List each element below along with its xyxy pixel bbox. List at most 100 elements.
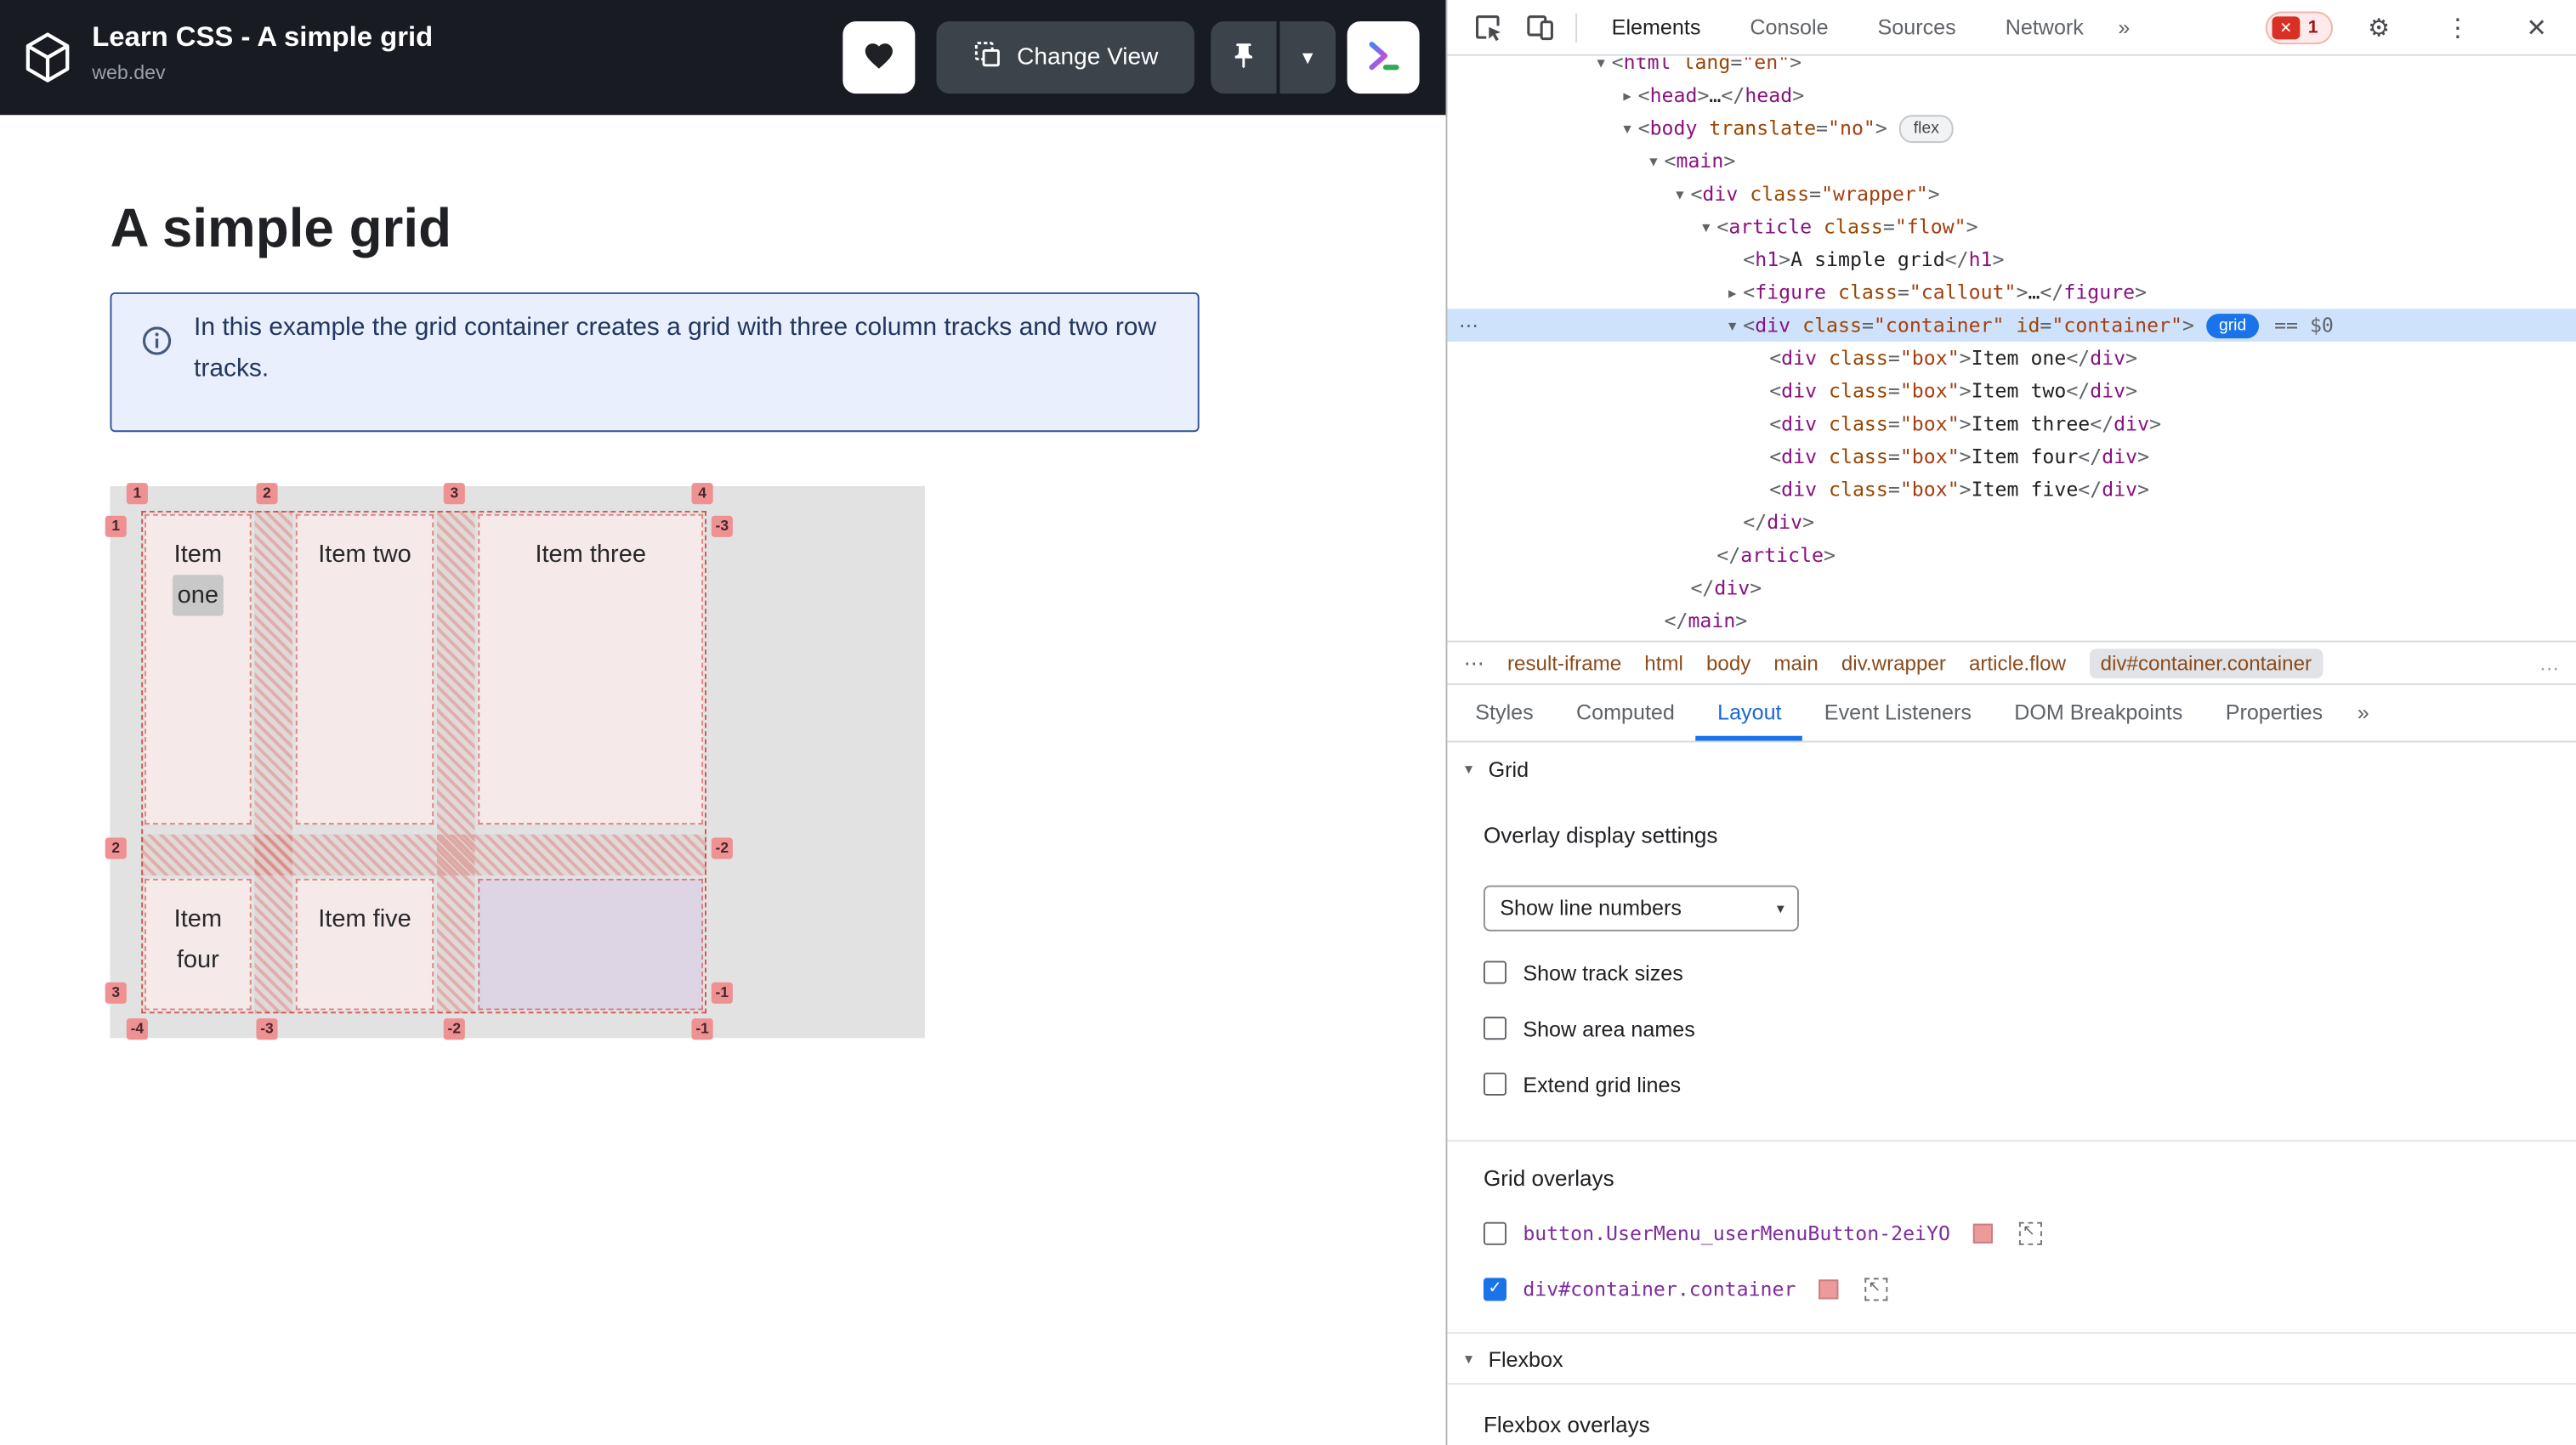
dom-tree-row[interactable]: <div class="box">Item two</div> — [1447, 375, 2576, 408]
tree-expander-icon[interactable]: ▼ — [1643, 146, 1664, 179]
grid-badge[interactable]: grid — [2205, 314, 2260, 339]
device-toolbar-icon[interactable] — [1519, 8, 1558, 47]
dom-tree-row[interactable]: ▼ <div class="wrapper"> — [1447, 178, 2576, 211]
dom-tree-row[interactable]: ▼ <body translate="no"> flex — [1447, 111, 2576, 144]
breadcrumb-item[interactable]: div#container.container — [2089, 648, 2324, 678]
webdev-logo-icon[interactable] — [20, 30, 76, 86]
sidebar-tab-dom-breakpoints[interactable]: DOM Breakpoints — [1993, 687, 2204, 741]
grid-line-number: -4 — [126, 1018, 148, 1040]
site-name: web.dev — [92, 60, 166, 84]
setting-show-track-sizes[interactable]: Show track sizes — [1483, 956, 2553, 989]
devtools-tab-network[interactable]: Network — [1981, 0, 2108, 54]
pin-icon — [1228, 40, 1258, 75]
sidebar-tab-computed[interactable]: Computed — [1555, 687, 1696, 741]
overlay-color-swatch[interactable] — [1819, 1279, 1839, 1300]
grid-overlay-row[interactable]: ✓ div#container.container ↖ — [1483, 1273, 2553, 1306]
dom-tree-row[interactable]: <div class="box">Item one</div> — [1447, 342, 2576, 375]
grid-overlay-row[interactable]: button.UserMenu_userMenuButton-2eiYO ↖ — [1483, 1217, 2553, 1250]
tree-expander-icon[interactable]: ▼ — [1722, 310, 1743, 343]
dom-tree-row[interactable]: <h1>A simple grid</h1> — [1447, 243, 2576, 276]
devtools-tabs: Elements Console Sources Network — [1587, 0, 2108, 54]
checkbox[interactable] — [1483, 1221, 1507, 1245]
sidebar-tab-properties[interactable]: Properties — [2204, 687, 2345, 741]
kebab-menu-icon[interactable]: ⋮ — [2438, 8, 2477, 47]
grid-line-number: -1 — [711, 982, 733, 1004]
code-prompt-button[interactable] — [1347, 21, 1420, 94]
grid-gap-hatch — [141, 834, 706, 876]
checkbox[interactable] — [1483, 1072, 1507, 1096]
devtools-toolbar: Elements Console Sources Network » ✕ 1 ⚙ ⋮ … — [1447, 0, 2576, 56]
row-actions-icon[interactable]: ⋯ — [1459, 309, 1480, 342]
dom-tree-row[interactable]: <div class="box">Item three</div> — [1447, 407, 2576, 440]
devtools-tab-sources[interactable]: Sources — [1853, 0, 1981, 54]
grid-line-number: 1 — [126, 483, 148, 505]
grid-line-number: 3 — [105, 982, 127, 1004]
change-view-button[interactable]: Change View — [936, 21, 1194, 94]
checkbox[interactable]: ✓ — [1483, 1278, 1507, 1301]
breadcrumb-item[interactable]: main — [1773, 651, 1818, 674]
dom-tree-row[interactable]: ▼ <html lang="en"> — [1447, 58, 2576, 79]
dom-tree-row[interactable]: <div class="box">Item four</div> — [1447, 440, 2576, 473]
tree-expander-icon[interactable]: ▶ — [1616, 81, 1637, 114]
sidebar-tabs: Styles Computed Layout Event Listeners DOM B… — [1447, 687, 2576, 743]
error-badge[interactable]: ✕ 1 — [2265, 10, 2334, 44]
flexbox-overlays-label: Flexbox overlays — [1483, 1412, 1650, 1437]
like-button[interactable] — [843, 21, 916, 94]
breadcrumb-item[interactable]: article.flow — [1969, 651, 2066, 674]
grid-line-number: 3 — [443, 483, 465, 505]
dom-tree-row[interactable]: <div class="box">Item five</div> — [1447, 473, 2576, 507]
gear-icon[interactable]: ⚙ — [2359, 8, 2398, 47]
setting-show-area-names[interactable]: Show area names — [1483, 1012, 2553, 1045]
layout-pane: ▼ Grid Overlay display settings Show lin… — [1447, 744, 2576, 1445]
tree-expander-icon[interactable]: ▼ — [1669, 179, 1690, 212]
dom-tree-row[interactable]: ▼ <main> — [1447, 144, 2576, 178]
breadcrumb-overflow-icon[interactable]: ⋯ — [1464, 650, 1484, 675]
breadcrumb: ⋯ result-iframe html body main div.wrapper art… — [1447, 640, 2576, 685]
inspect-icon[interactable] — [1467, 8, 1506, 47]
dom-tree-row[interactable]: ▼ <article class="flow"> — [1447, 210, 2576, 243]
dom-tree-row[interactable]: ▶ <figure class="callout">…</figure> — [1447, 276, 2576, 309]
dom-tree-row[interactable]: </div> — [1447, 571, 2576, 604]
tree-expander-icon[interactable]: ▼ — [1695, 212, 1716, 245]
breadcrumb-item[interactable]: body — [1706, 651, 1750, 674]
close-icon[interactable]: ✕ — [2516, 8, 2556, 47]
breadcrumb-item[interactable]: div.wrapper — [1841, 651, 1946, 674]
checkbox[interactable] — [1483, 960, 1507, 984]
dom-tree-row[interactable]: </article> — [1447, 539, 2576, 572]
tree-expander-icon[interactable]: ▼ — [1591, 58, 1612, 81]
tree-expander-icon[interactable]: ▶ — [1722, 278, 1743, 311]
show-element-icon[interactable]: ↖ — [2019, 1221, 2043, 1245]
tree-expander-icon[interactable]: ▼ — [1616, 113, 1637, 146]
pin-dropdown-button[interactable]: ▾ — [1279, 21, 1336, 94]
flexbox-section-label: Flexbox — [1488, 1346, 1563, 1371]
sidebar-tab-event-listeners[interactable]: Event Listeners — [1803, 687, 1993, 741]
dom-tree-row[interactable]: ▶ <head>…</head> — [1447, 79, 2576, 112]
overlay-settings-label: Overlay display settings — [1483, 823, 1718, 848]
grid-section-header[interactable]: ▼ Grid — [1447, 744, 2576, 793]
more-sidebar-tabs-icon[interactable]: » — [2344, 687, 2382, 741]
dom-tree-row[interactable]: </main> — [1447, 604, 2576, 638]
dom-tree-row[interactable]: </div> — [1447, 506, 2576, 539]
checkbox[interactable] — [1483, 1017, 1507, 1040]
breadcrumb-item[interactable]: html — [1644, 651, 1683, 674]
setting-extend-grid-lines[interactable]: Extend grid lines — [1483, 1068, 2553, 1101]
devtools-tab-elements[interactable]: Elements — [1587, 0, 1726, 54]
devtools-tab-console[interactable]: Console — [1725, 0, 1853, 54]
overlay-color-swatch[interactable] — [1972, 1223, 1994, 1244]
selected-node-hint: == $0 — [2274, 314, 2334, 337]
breadcrumb-item[interactable]: result-iframe — [1507, 651, 1621, 674]
line-numbers-select[interactable]: Show line numbers ▾ — [1483, 885, 1799, 932]
flexbox-section-header[interactable]: ▼ Flexbox — [1447, 1334, 2576, 1383]
grid-gap-hatch — [437, 510, 475, 1014]
more-panels-icon[interactable]: » — [2108, 14, 2140, 39]
flex-badge[interactable]: flex — [1898, 115, 1955, 144]
show-element-icon[interactable]: ↖ — [1864, 1278, 1888, 1301]
article-heading: A simple grid — [110, 197, 452, 258]
pin-button[interactable] — [1211, 21, 1277, 94]
sidebar-tab-layout[interactable]: Layout — [1696, 687, 1803, 741]
grid-settings-list: Show track sizes Show area names Extend gr… — [1483, 956, 2553, 1101]
dom-tree-row[interactable]: ⋯ ▼ <div class="container" id="container">… — [1447, 309, 2576, 342]
breadcrumb-more-icon[interactable]: … — [2539, 651, 2560, 674]
sidebar-tab-styles[interactable]: Styles — [1454, 687, 1555, 741]
browser-page: Learn CSS - A simple grid web.dev Change… — [0, 0, 1446, 1445]
